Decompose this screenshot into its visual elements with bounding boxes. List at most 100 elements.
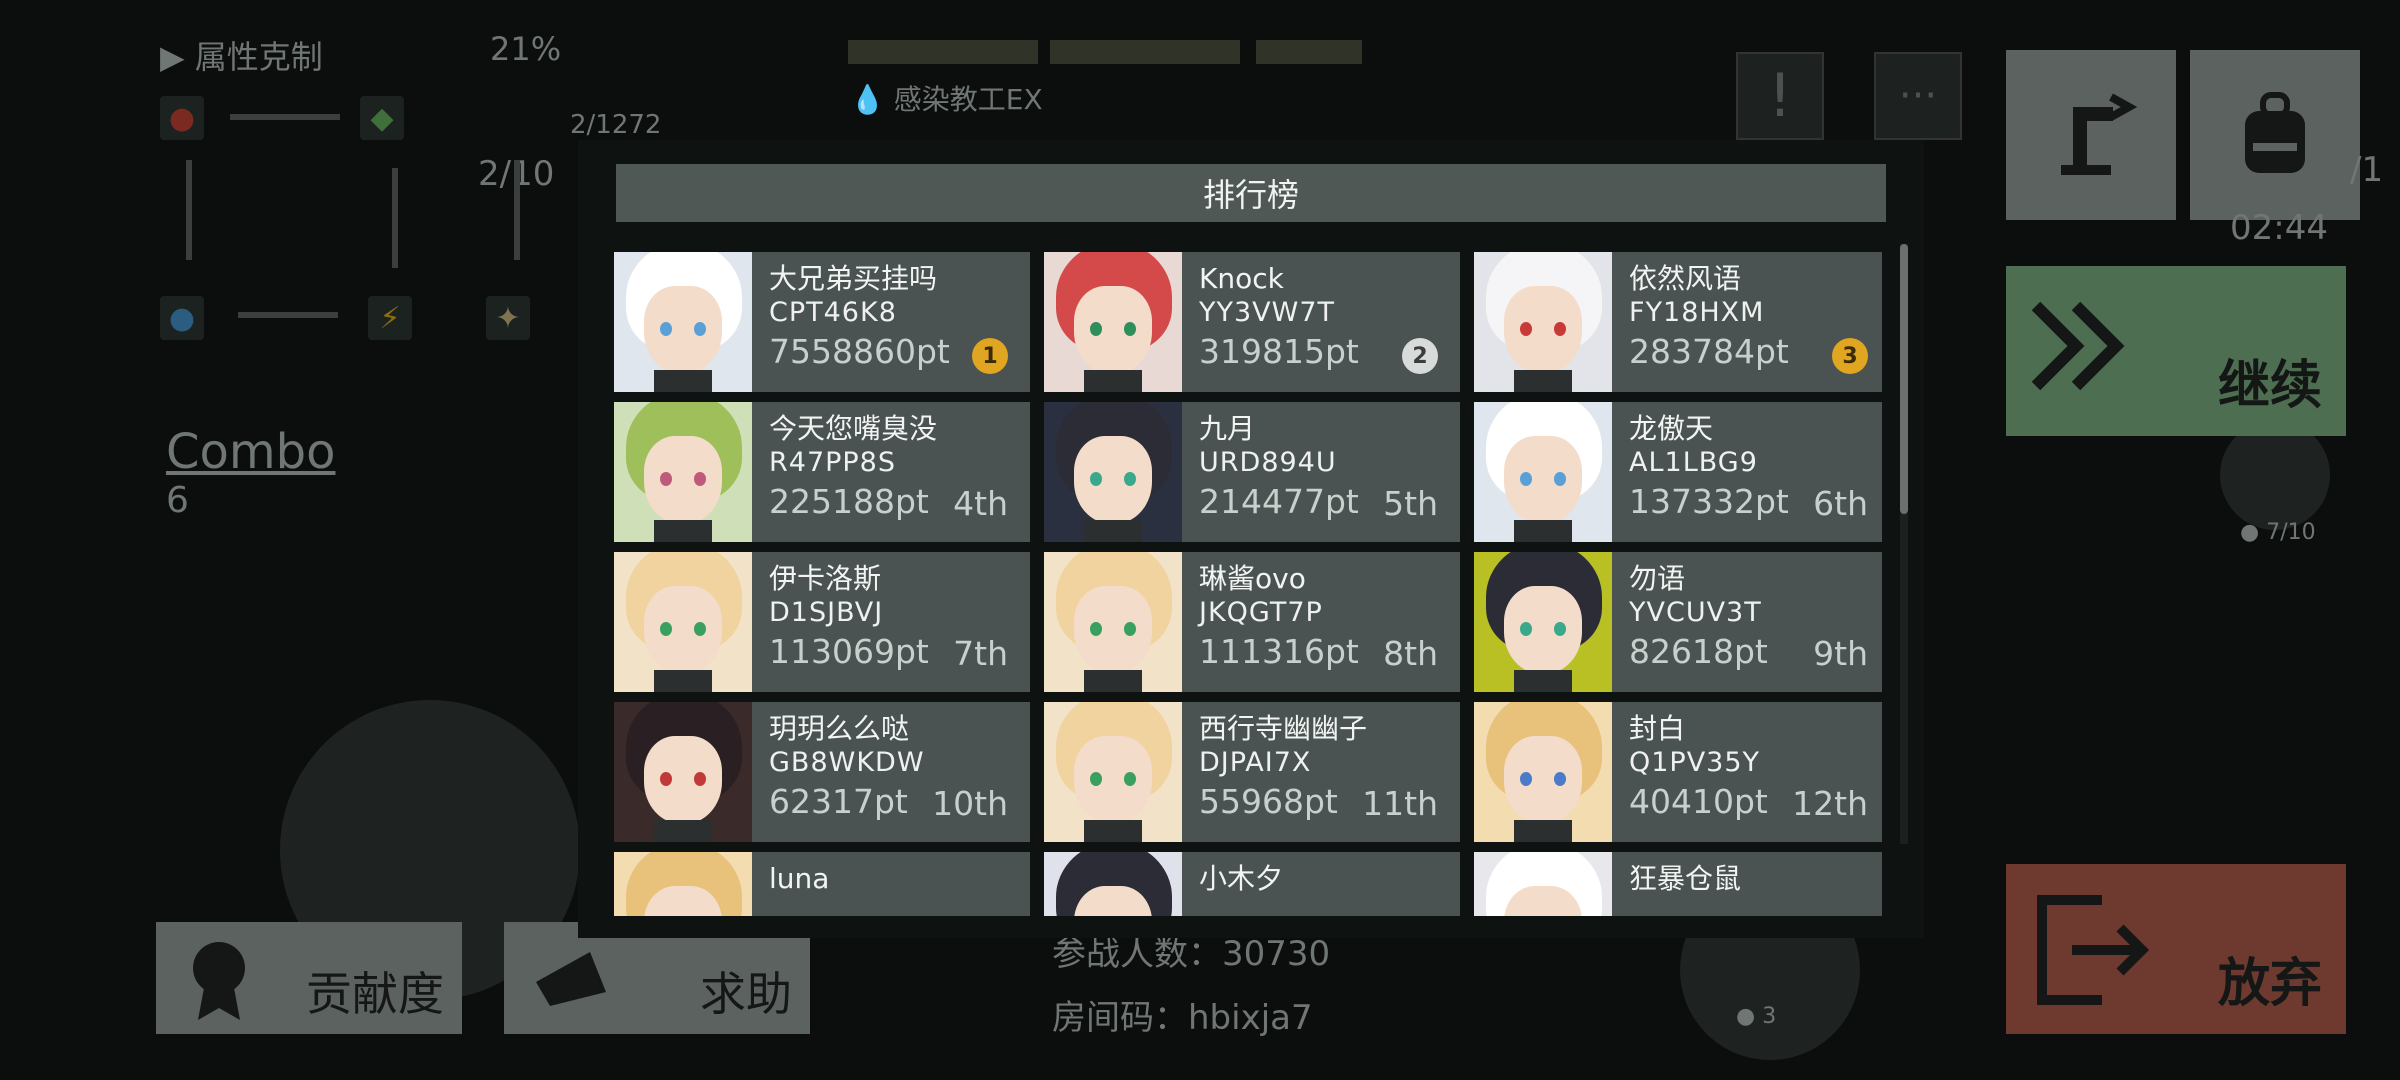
leaderboard-entry[interactable]: 封白 Q1PV35Y 40410pt 12th <box>1474 702 1882 842</box>
player-name: luna <box>769 862 830 895</box>
continue-label: 继续 <box>2217 356 2322 416</box>
leaderboard-entry[interactable]: 狂暴仓鼠 <box>1474 852 1882 916</box>
player-rank: 12th <box>1792 784 1868 823</box>
player-id: JKQGT7P <box>1199 597 1323 628</box>
hp-bar-segment <box>1050 40 1240 64</box>
attribute-header[interactable]: ▶ 属性克制 <box>160 32 323 78</box>
fire-icon: ● <box>160 96 204 140</box>
leaderboard-entry[interactable]: Knock YY3VW7T 319815pt 2 <box>1044 252 1460 392</box>
medal-icon: 3 <box>1832 338 1868 374</box>
leaderboard-entry[interactable]: 玥玥么么哒 GB8WKDW 62317pt 10th <box>614 702 1030 842</box>
leaderboard-title: 排行榜 <box>616 164 1886 222</box>
player-points: 283784pt <box>1629 332 1789 371</box>
leaderboard-scrollbar[interactable] <box>1900 244 1908 844</box>
player-rank: 5th <box>1383 484 1438 523</box>
backpack-button[interactable] <box>2190 50 2360 220</box>
double-chevron-icon <box>2031 301 2125 391</box>
player-name: 今天您嘴臭没 <box>769 412 938 445</box>
medal-icon: 1 <box>972 338 1008 374</box>
player-points: 214477pt <box>1199 482 1359 521</box>
player-points: 40410pt <box>1629 782 1768 821</box>
player-id: AL1LBG9 <box>1629 447 1758 478</box>
leaderboard-entry[interactable]: 西行寺幽幽子 DJPAI7X 55968pt 11th <box>1044 702 1460 842</box>
water-icon: ● <box>160 296 204 340</box>
arrow-line <box>230 114 340 120</box>
small-counter: ● 3 <box>1736 1004 1777 1029</box>
leaderboard-entry[interactable]: 今天您嘴臭没 R47PP8S 225188pt 4th <box>614 402 1030 542</box>
leaderboard-entry[interactable]: 大兄弟买挂吗 CPT46K8 7558860pt 1 <box>614 252 1030 392</box>
player-name: 封白 <box>1629 712 1686 745</box>
player-points: 113069pt <box>769 632 929 671</box>
player-id: Q1PV35Y <box>1629 747 1761 778</box>
leaderboard-entry[interactable]: luna <box>614 852 1030 916</box>
build-button[interactable] <box>2006 50 2176 220</box>
continue-button[interactable]: 继续 <box>2006 266 2346 436</box>
give-up-label: 放弃 <box>2217 954 2322 1014</box>
player-avatar <box>614 402 752 542</box>
player-id: YY3VW7T <box>1199 297 1336 328</box>
combo-label: Combo <box>166 424 336 480</box>
player-id: YVCUV3T <box>1629 597 1762 628</box>
combo-value: 6 <box>166 480 189 521</box>
arrow-line <box>238 312 338 318</box>
side-fraction: /1 <box>2350 150 2384 190</box>
help-button[interactable]: 求助 <box>504 922 810 1034</box>
leaderboard-entry[interactable]: 伊卡洛斯 D1SJBVJ 113069pt 7th <box>614 552 1030 692</box>
player-rank: 10th <box>932 784 1008 823</box>
lightning-icon: ⚡ <box>368 296 412 340</box>
exclamation-icon: ! <box>1767 61 1793 131</box>
player-name: Knock <box>1199 262 1284 295</box>
leaderboard-entry[interactable]: 小木夕 <box>1044 852 1460 916</box>
timer: 02:44 <box>2230 208 2328 248</box>
robot-arm-icon <box>2061 93 2138 175</box>
player-id: R47PP8S <box>769 447 896 478</box>
leaderboard-entry[interactable]: 龙傲天 AL1LBG9 137332pt 6th <box>1474 402 1882 542</box>
background-shape <box>2220 420 2330 530</box>
alert-button[interactable]: ! <box>1736 52 1824 140</box>
leaderboard-entry[interactable]: 琳酱ovo JKQGT7P 111316pt 8th <box>1044 552 1460 692</box>
player-id: CPT46K8 <box>769 297 897 328</box>
player-avatar <box>1474 852 1612 916</box>
player-id: FY18HXM <box>1629 297 1765 328</box>
player-points: 137332pt <box>1629 482 1789 521</box>
wave-value: 7/10 <box>2266 520 2316 545</box>
player-rank: 4th <box>953 484 1008 523</box>
medal-icon: 2 <box>1402 338 1438 374</box>
scrollbar-thumb[interactable] <box>1900 244 1908 514</box>
player-avatar <box>1474 702 1612 842</box>
megaphone-icon <box>536 952 606 1006</box>
leaderboard-dialog: 排行榜 大兄弟买挂吗 CPT46K8 7558860pt 1 Knock YY3VW7T 3… <box>578 140 1924 938</box>
hp-bar-segment <box>1256 40 1362 64</box>
player-name: 玥玥么么哒 <box>769 712 910 745</box>
player-name: 狂暴仓鼠 <box>1629 862 1742 895</box>
leaf-icon: ◆ <box>360 96 404 140</box>
player-points: 111316pt <box>1199 632 1359 671</box>
wave-counter: ● 7/10 <box>2240 520 2316 545</box>
arrow-line <box>392 168 398 268</box>
arrow-line <box>186 160 192 260</box>
help-label: 求助 <box>700 967 792 1021</box>
player-name: 勿语 <box>1629 562 1686 595</box>
stage-name: 💧 感染教工EX <box>850 78 1043 118</box>
player-points: 7558860pt <box>769 332 950 371</box>
player-id: URD894U <box>1199 447 1337 478</box>
player-rank: 8th <box>1383 634 1438 673</box>
resource-count: 2/1272 <box>570 110 662 140</box>
contribution-button[interactable]: 贡献度 <box>156 922 462 1034</box>
drop-icon: 💧 <box>850 83 885 116</box>
contribution-label: 贡献度 <box>306 967 444 1021</box>
leaderboard-entry[interactable]: 依然风语 FY18HXM 283784pt 3 <box>1474 252 1882 392</box>
give-up-button[interactable]: 放弃 <box>2006 864 2346 1034</box>
chat-button[interactable]: ··· <box>1874 52 1962 140</box>
attribute-label: 属性克制 <box>194 38 323 76</box>
hp-bar-segment <box>848 40 1038 64</box>
leaderboard-entry[interactable]: 九月 URD894U 214477pt 5th <box>1044 402 1460 542</box>
leaderboard-entry[interactable]: 勿语 YVCUV3T 82618pt 9th <box>1474 552 1882 692</box>
small-counter-value: 3 <box>1762 1004 1777 1029</box>
player-points: 319815pt <box>1199 332 1359 371</box>
player-avatar <box>1044 252 1182 392</box>
player-rank: 11th <box>1362 784 1438 823</box>
star-icon: ✦ <box>486 296 530 340</box>
player-rank: 7th <box>953 634 1008 673</box>
leaderboard-list[interactable]: 大兄弟买挂吗 CPT46K8 7558860pt 1 Knock YY3VW7T 31981… <box>614 252 1882 916</box>
